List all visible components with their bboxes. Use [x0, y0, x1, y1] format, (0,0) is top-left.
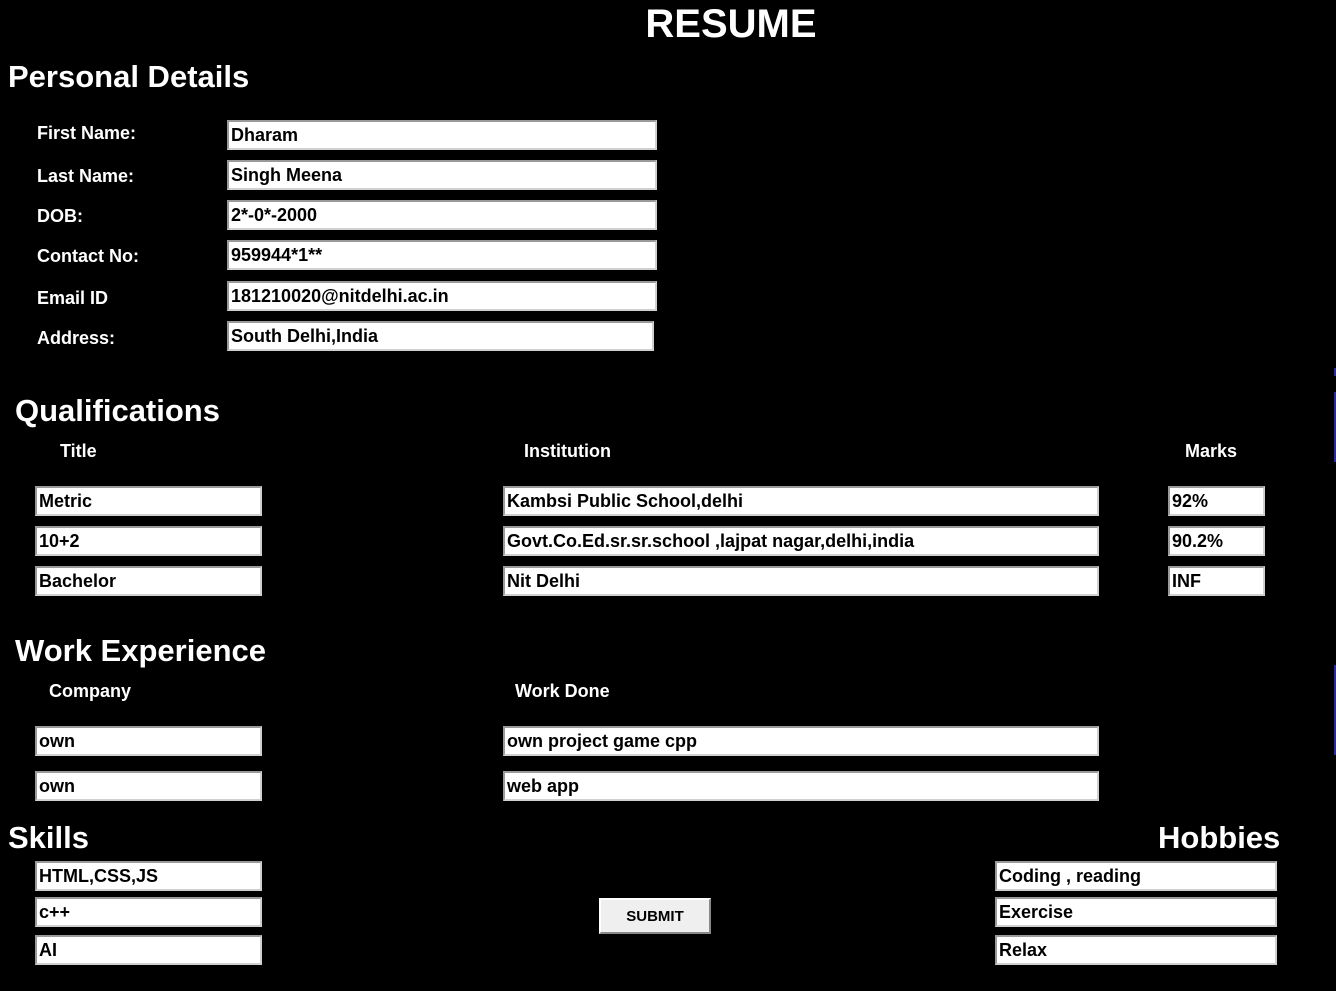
qualification-title-input[interactable]: [35, 526, 262, 556]
work-done-input[interactable]: [503, 726, 1099, 756]
work-experience-heading: Work Experience: [15, 633, 266, 668]
qualification-title-input[interactable]: [35, 486, 262, 516]
work-done-input[interactable]: [503, 771, 1099, 801]
last-name-label: Last Name:: [37, 166, 135, 186]
skill-input[interactable]: [35, 861, 262, 891]
work-company-input[interactable]: [35, 726, 262, 756]
qualification-marks-input[interactable]: [1168, 566, 1265, 596]
work-company-header: Company: [49, 681, 132, 701]
qualification-title-header: Title: [60, 441, 97, 461]
qualification-marks-input[interactable]: [1168, 486, 1265, 516]
skill-input[interactable]: [35, 935, 262, 965]
last-name-input[interactable]: [227, 160, 657, 190]
hobbies-heading: Hobbies: [1158, 820, 1281, 855]
qualification-institution-input[interactable]: [503, 526, 1099, 556]
email-id-label: Email ID: [37, 288, 109, 308]
qualification-institution-header: Institution: [524, 441, 611, 461]
submit-button[interactable]: SUBMIT: [599, 898, 711, 934]
qualification-marks-header: Marks: [1185, 441, 1238, 461]
first-name-label: First Name:: [37, 123, 137, 143]
work-company-input[interactable]: [35, 771, 262, 801]
page-title: RESUME: [645, 2, 817, 46]
address-input[interactable]: [227, 321, 654, 351]
qualification-title-input[interactable]: [35, 566, 262, 596]
contact-no-label: Contact No:: [37, 246, 139, 266]
work-done-header: Work Done: [515, 681, 610, 701]
first-name-input[interactable]: [227, 120, 657, 150]
dob-input[interactable]: [227, 200, 657, 230]
qualification-institution-input[interactable]: [503, 486, 1099, 516]
qualification-marks-input[interactable]: [1168, 526, 1265, 556]
hobby-input[interactable]: [995, 861, 1277, 891]
skills-heading: Skills: [8, 820, 89, 855]
dob-label: DOB:: [37, 206, 83, 226]
hobby-input[interactable]: [995, 935, 1277, 965]
qualifications-heading: Qualifications: [15, 393, 220, 428]
email-id-input[interactable]: [227, 281, 657, 311]
skill-input[interactable]: [35, 897, 262, 927]
hobby-input[interactable]: [995, 897, 1277, 927]
address-label: Address:: [37, 328, 116, 348]
personal-details-heading: Personal Details: [8, 59, 250, 94]
qualification-institution-input[interactable]: [503, 566, 1099, 596]
contact-no-input[interactable]: [227, 240, 657, 270]
